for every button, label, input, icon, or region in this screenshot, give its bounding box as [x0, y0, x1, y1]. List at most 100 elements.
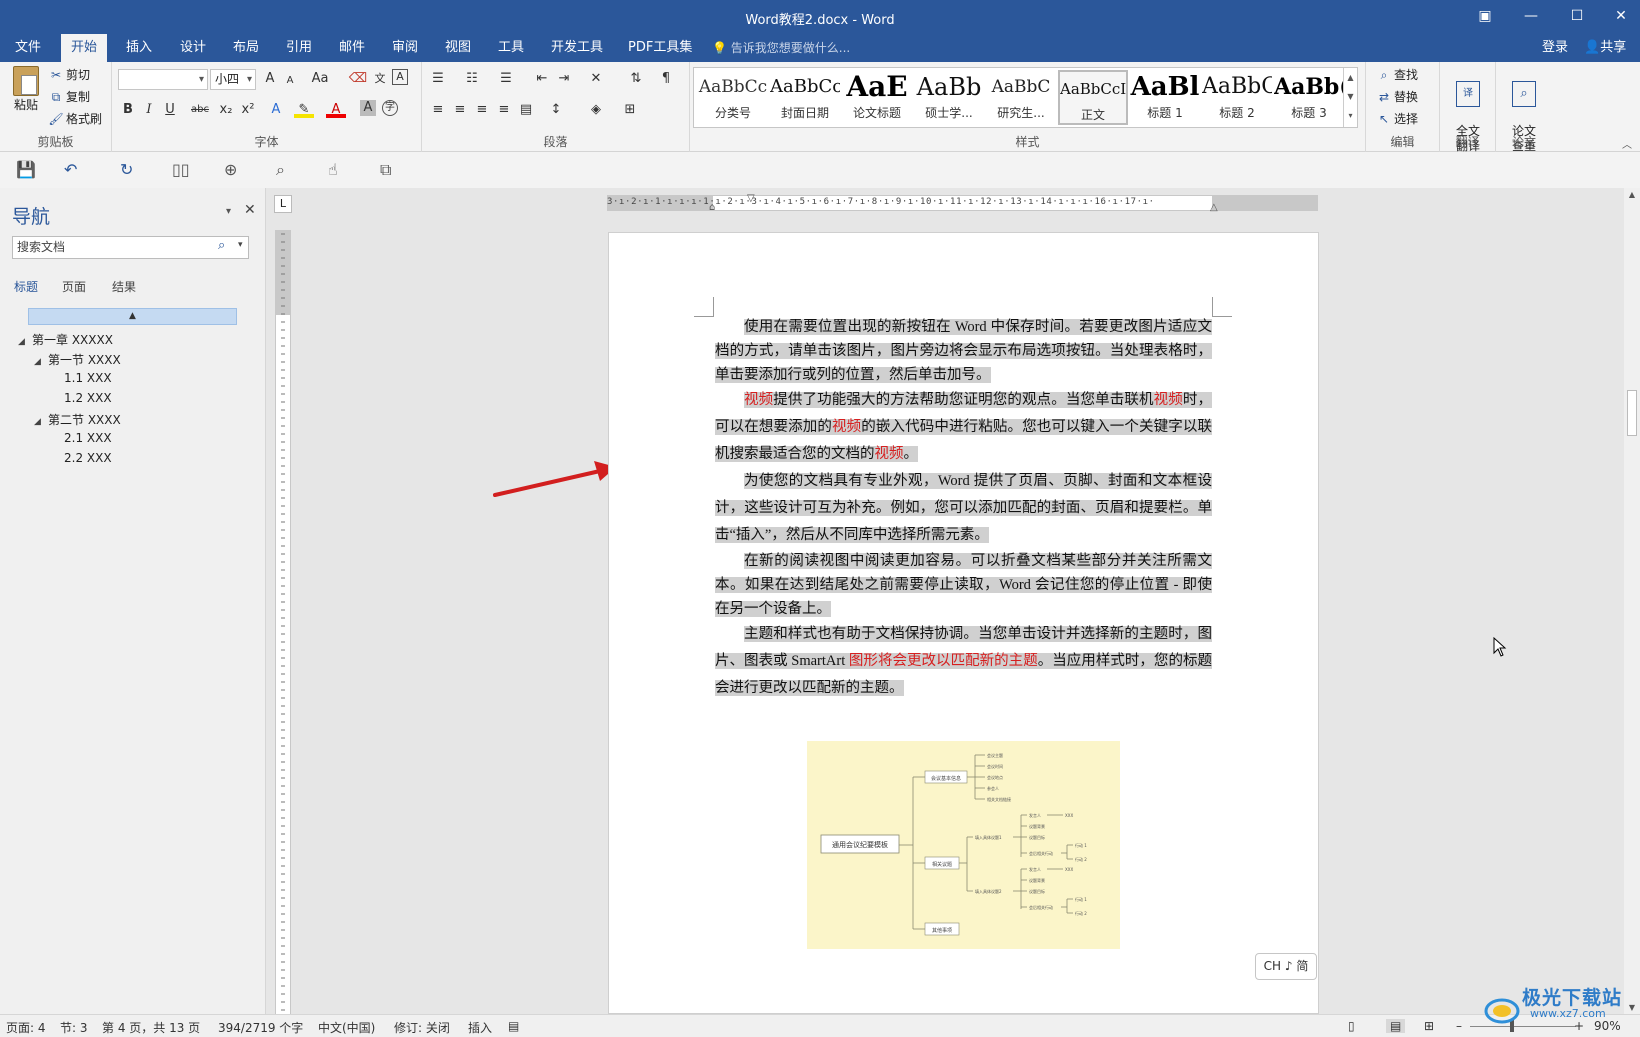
font-name-select[interactable] — [118, 69, 208, 90]
undo-icon[interactable]: ↶ — [64, 160, 77, 179]
tab-insert[interactable]: 插入 — [116, 34, 162, 62]
status-insert-mode[interactable]: 插入 — [468, 1019, 492, 1036]
borders-icon[interactable]: ⊞ — [620, 100, 640, 120]
paragraph-3[interactable]: 为使您的文档具有专业外观，Word 提供了页眉、页脚、封面和文本框设计，这些设计… — [715, 468, 1212, 549]
customize-qat-icon[interactable]: ⧉ — [380, 160, 391, 180]
redo-icon[interactable]: ↻ — [120, 160, 133, 179]
share-button[interactable]: 👤共享 — [1584, 34, 1626, 62]
subscript-button[interactable]: x₂ — [216, 100, 236, 120]
shading-icon[interactable]: ◈ — [586, 100, 606, 120]
italic-button[interactable]: I — [139, 100, 159, 120]
tab-mailings[interactable]: 邮件 — [329, 34, 375, 62]
font-color-icon[interactable]: A — [326, 100, 346, 118]
paste-button[interactable]: 粘贴 — [9, 66, 43, 113]
horizontal-ruler[interactable]: 3·ı·2·ı·1·ı·ı·ı·1·ı·2·ı·3·ı·4·ı·5·ı·6·ı·… — [607, 193, 1318, 213]
print-preview-icon[interactable]: ⌕ — [276, 160, 285, 180]
nav-heading-item[interactable]: 1.1 XXX — [50, 371, 112, 385]
gallery-scroll[interactable]: ▲ ▼ ▾ — [1343, 68, 1357, 127]
select-button[interactable]: ↖ 选择 — [1376, 110, 1418, 127]
increase-indent-icon[interactable]: ⇥ — [554, 69, 574, 89]
decrease-indent-icon[interactable]: ⇤ — [532, 69, 552, 89]
touch-mode-icon[interactable]: ☝ — [328, 160, 338, 179]
underline-button[interactable]: U — [160, 100, 180, 120]
expand-triangle-icon[interactable]: ◢ — [34, 357, 48, 367]
status-section[interactable]: 节: 3 — [60, 1019, 88, 1036]
justify-icon[interactable]: ≡ — [494, 100, 514, 120]
style-item[interactable]: AaBbC 标题 2 — [1202, 70, 1272, 125]
scroll-thumb[interactable] — [1627, 390, 1637, 436]
tell-me-search[interactable]: 💡 告诉我您想要做什么... — [712, 34, 850, 62]
read-mode-icon[interactable]: ▯▯ — [172, 160, 190, 179]
nav-heading-item[interactable]: ◢ 第一章 XXXXX — [18, 331, 113, 348]
save-icon[interactable]: 💾 — [16, 160, 36, 179]
strikethrough-button[interactable]: abc — [186, 100, 214, 120]
paragraph-4[interactable]: 在新的阅读视图中阅读更加容易。可以折叠文档某些部分并关注所需文本。如果在达到结尾… — [715, 549, 1212, 621]
ribbon-display-options-icon[interactable]: ▣ — [1462, 0, 1508, 34]
tab-review[interactable]: 审阅 — [382, 34, 428, 62]
align-left-icon[interactable]: ≡ — [428, 100, 448, 120]
highlight-color-icon[interactable]: ✎ — [294, 100, 314, 118]
collapse-all-bar[interactable]: ▲ — [28, 308, 237, 325]
tab-layout[interactable]: 布局 — [223, 34, 269, 62]
nav-options-icon[interactable]: ▾ — [226, 206, 231, 217]
style-item[interactable]: AaBbCc 封面日期 — [770, 70, 840, 125]
print-layout-view-icon[interactable]: ▤ — [1386, 1019, 1406, 1033]
style-item[interactable]: AaBb 硕士学... — [914, 70, 984, 125]
tab-references[interactable]: 引用 — [276, 34, 322, 62]
vertical-scrollbar[interactable]: ▲ ▼ — [1624, 188, 1640, 1014]
vertical-ruler[interactable] — [275, 230, 291, 1014]
nav-search-input[interactable]: 搜索文档 — [12, 236, 249, 259]
status-track-changes[interactable]: 修订: 关闭 — [394, 1019, 450, 1036]
cut-button[interactable]: ✂ 剪切 — [48, 66, 90, 83]
multilevel-list-icon[interactable]: ☰ — [496, 69, 516, 89]
tab-home[interactable]: 开始 — [61, 34, 108, 62]
distributed-icon[interactable]: ▤ — [516, 100, 536, 120]
character-shading-icon[interactable]: A — [360, 100, 376, 116]
tab-view[interactable]: 视图 — [435, 34, 481, 62]
ime-indicator[interactable]: CH ♪ 简 — [1255, 953, 1317, 980]
style-item[interactable]: AaBbCc 分类号 — [698, 70, 768, 125]
format-painter-button[interactable]: 🖌 格式刷 — [48, 110, 102, 127]
mindmap-image[interactable]: 通用会议纪要模板 会议基本信息 相关议题 其他事项 会议主题 会议时间 会议地点… — [807, 741, 1120, 949]
expand-triangle-icon[interactable]: ◢ — [34, 417, 48, 427]
enclose-characters-icon[interactable]: 字 — [382, 100, 398, 116]
scroll-up-icon[interactable]: ▲ — [1624, 190, 1640, 199]
zoom-out-button[interactable]: – — [1456, 1019, 1462, 1033]
style-item[interactable]: AaBl 标题 1 — [1130, 70, 1200, 125]
nav-heading-item[interactable]: 2.1 XXX — [50, 431, 112, 445]
tab-design[interactable]: 设计 — [170, 34, 216, 62]
web-layout-icon[interactable]: ⊕ — [224, 160, 237, 179]
copy-button[interactable]: ⧉ 复制 — [48, 88, 90, 105]
minimize-button[interactable]: — — [1508, 0, 1554, 34]
nav-tab-headings[interactable]: 标题 — [14, 278, 38, 295]
bullets-icon[interactable]: ☰ — [428, 69, 448, 89]
paragraph-2[interactable]: 视频提供了功能强大的方法帮助您证明您的观点。当您单击联机视频时，可以在想要添加的… — [715, 387, 1213, 468]
align-right-icon[interactable]: ≡ — [472, 100, 492, 120]
grow-font-button[interactable]: A — [260, 69, 280, 89]
nav-tab-pages[interactable]: 页面 — [62, 278, 86, 295]
clear-format-icon[interactable]: ⌫ — [348, 69, 368, 89]
align-center-icon[interactable]: ≡ — [450, 100, 470, 120]
status-page-count[interactable]: 第 4 页，共 13 页 — [102, 1019, 200, 1036]
expand-triangle-icon[interactable]: ◢ — [18, 337, 32, 347]
status-page[interactable]: 页面: 4 — [6, 1019, 46, 1036]
status-word-count[interactable]: 394/2719 个字 — [218, 1019, 303, 1036]
search-dropdown-icon[interactable]: ▾ — [238, 240, 243, 250]
tab-pdf-tools[interactable]: PDF工具集 — [618, 34, 702, 62]
bold-button[interactable]: B — [118, 100, 138, 120]
character-border-icon[interactable]: A — [392, 69, 408, 85]
login-link[interactable]: 登录 — [1542, 34, 1568, 62]
style-item-selected[interactable]: AaBbCcI 正文 — [1058, 70, 1128, 125]
collapse-ribbon-icon[interactable]: ︿ — [1622, 136, 1632, 151]
left-indent-marker[interactable]: ⌂ — [709, 202, 715, 213]
status-language[interactable]: 中文(中国) — [318, 1019, 375, 1036]
phonetic-guide-icon[interactable]: 文 — [370, 69, 390, 89]
first-line-indent-marker[interactable]: ▽ — [747, 193, 755, 204]
superscript-button[interactable]: x² — [238, 100, 258, 120]
document-page[interactable]: 使用在需要位置出现的新按钮在 Word 中保存时间。若要更改图片适应文档的方式，… — [608, 232, 1319, 1014]
style-item[interactable]: AaBbC 研究生... — [986, 70, 1056, 125]
macro-record-icon[interactable]: ▤ — [508, 1019, 519, 1033]
font-size-select[interactable]: 小四 — [210, 69, 256, 90]
show-marks-icon[interactable]: ¶ — [656, 69, 676, 89]
document-body[interactable]: 使用在需要位置出现的新按钮在 Word 中保存时间。若要更改图片适应文档的方式，… — [715, 315, 1213, 702]
